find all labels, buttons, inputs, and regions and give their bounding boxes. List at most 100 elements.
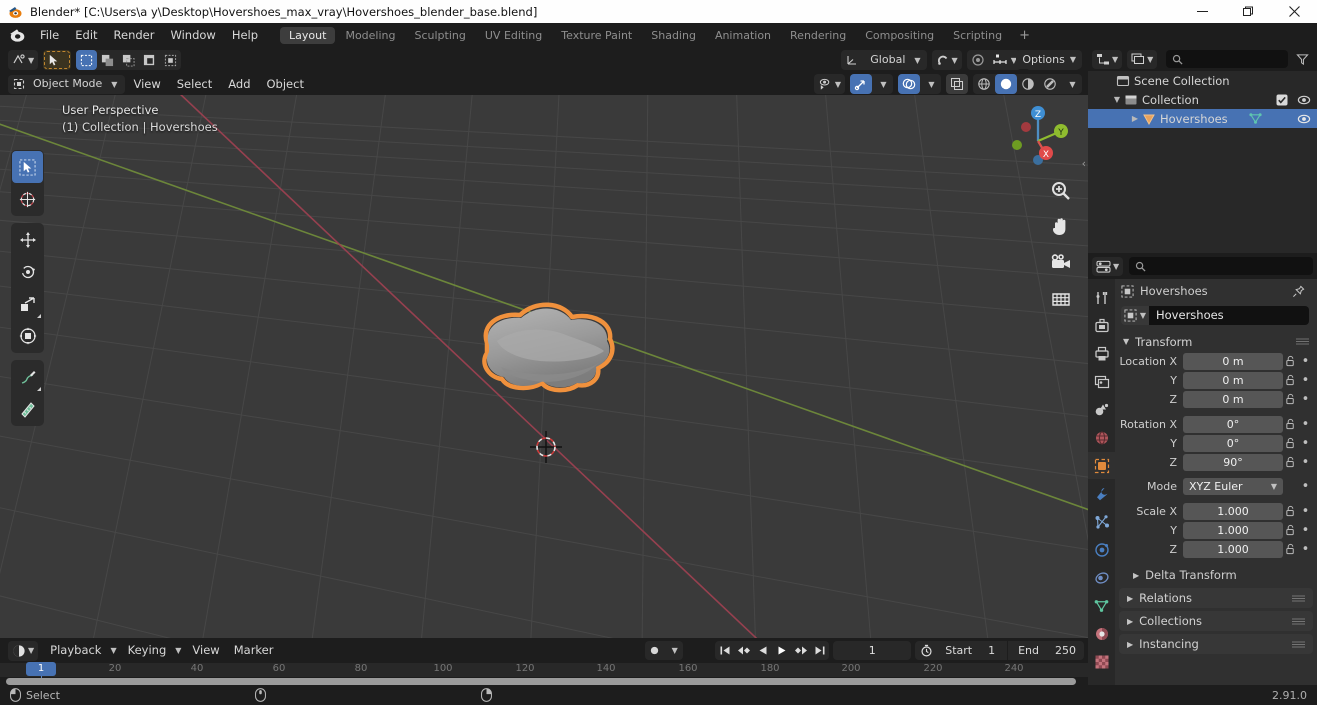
menu-window[interactable]: Window	[162, 25, 223, 45]
render-tab[interactable]	[1088, 312, 1115, 339]
object-name-input[interactable]: Hovershoes	[1149, 306, 1309, 325]
lock-icon[interactable]	[1283, 456, 1298, 468]
viewport-menu-select[interactable]: Select	[169, 75, 220, 94]
object-visibility-icon[interactable]: ▼	[814, 74, 845, 94]
shading-options-icon[interactable]: ▼	[1061, 74, 1082, 94]
lock-icon[interactable]	[1283, 393, 1298, 405]
prev-keyframe-icon[interactable]	[734, 641, 753, 660]
tweak-select-tool-icon[interactable]	[12, 151, 43, 183]
cursor-tool-icon[interactable]	[12, 183, 43, 215]
particles-tab[interactable]	[1088, 508, 1115, 535]
tab-texture-paint[interactable]: Texture Paint	[552, 27, 641, 44]
properties-search-input[interactable]	[1129, 257, 1313, 275]
animate-property-icon[interactable]: •	[1298, 504, 1313, 519]
location-z-value[interactable]: 0 m	[1183, 390, 1283, 408]
lock-icon[interactable]	[1283, 524, 1298, 536]
timeline-menu-view[interactable]: View	[185, 641, 226, 660]
object-data-tab[interactable]	[1088, 592, 1115, 619]
add-workspace-button[interactable]: +	[1012, 27, 1037, 44]
material-tab[interactable]	[1088, 620, 1115, 647]
checkbox-enabled-icon[interactable]	[1276, 94, 1288, 106]
menu-render[interactable]: Render	[106, 25, 163, 45]
minimize-icon[interactable]	[1179, 0, 1225, 23]
tool-tab[interactable]	[1088, 284, 1115, 311]
animate-property-icon[interactable]: •	[1298, 392, 1313, 407]
view-layer-tab[interactable]	[1088, 368, 1115, 395]
active-tool-indicator[interactable]	[43, 50, 72, 70]
animate-property-icon[interactable]: •	[1298, 436, 1313, 451]
rotation-mode-dropdown[interactable]: XYZ Euler ▼	[1183, 477, 1283, 495]
next-keyframe-icon[interactable]	[791, 641, 810, 660]
rendered-icon[interactable]	[1039, 74, 1061, 94]
select-invert-icon[interactable]	[139, 50, 160, 70]
tab-modeling[interactable]: Modeling	[336, 27, 404, 44]
timeline-scrollbar[interactable]	[6, 678, 1076, 685]
auto-keying-icon[interactable]	[645, 641, 664, 660]
tweak-tool-icon[interactable]	[43, 50, 64, 70]
disclosure-open-icon[interactable]: ▼	[1110, 95, 1124, 104]
show-gizmo-icon[interactable]	[850, 74, 872, 94]
magnet-icon[interactable]: ▼	[932, 50, 962, 70]
rotation-y-value[interactable]: 0°	[1183, 434, 1283, 452]
scale-tool-icon[interactable]	[12, 288, 43, 320]
modifier-tab[interactable]	[1088, 480, 1115, 507]
timeline-menu-marker[interactable]: Marker	[227, 641, 281, 660]
menu-file[interactable]: File	[32, 25, 67, 45]
pan-hand-icon[interactable]	[1047, 213, 1074, 240]
tab-animation[interactable]: Animation	[706, 27, 780, 44]
editor-type-icon[interactable]: ▼	[8, 50, 38, 70]
select-extend-icon[interactable]	[97, 50, 118, 70]
gizmo-options-icon[interactable]: ▼	[872, 74, 893, 94]
wireframe-icon[interactable]	[973, 74, 995, 94]
rotation-x-value[interactable]: 0°	[1183, 415, 1283, 433]
pin-icon[interactable]	[1292, 285, 1305, 298]
instancing-panel[interactable]: ▶ Instancing	[1119, 634, 1313, 654]
scale-y-value[interactable]: 1.000	[1183, 521, 1283, 539]
material-preview-icon[interactable]	[1017, 74, 1039, 94]
constraints-tab[interactable]	[1088, 564, 1115, 591]
outliner-row-scene-collection[interactable]: Scene Collection	[1088, 71, 1317, 90]
outliner-editor-type[interactable]: ▼	[1092, 49, 1123, 69]
animate-property-icon[interactable]: •	[1298, 455, 1313, 470]
auto-keying-options-icon[interactable]: ▼	[664, 641, 683, 660]
end-frame-value[interactable]: 250	[1047, 641, 1084, 660]
outliner-display-mode-icon[interactable]: ▼	[1092, 50, 1122, 69]
viewport-options-button[interactable]: Options ▼	[1016, 50, 1082, 69]
measure-tool-icon[interactable]	[12, 393, 43, 425]
object-icon[interactable]: ▼	[1121, 306, 1149, 325]
viewport-menu-view[interactable]: View	[125, 75, 168, 94]
eye-visible-icon[interactable]	[1297, 94, 1311, 106]
texture-tab[interactable]	[1088, 648, 1115, 675]
tab-rendering[interactable]: Rendering	[781, 27, 855, 44]
physics-tab[interactable]	[1088, 536, 1115, 563]
tab-scripting[interactable]: Scripting	[944, 27, 1011, 44]
eye-visible-icon[interactable]	[1297, 113, 1311, 125]
location-y-value[interactable]: 0 m	[1183, 371, 1283, 389]
select-intersect-icon[interactable]	[160, 50, 181, 70]
scale-x-value[interactable]: 1.000	[1183, 502, 1283, 520]
transform-tool-icon[interactable]	[12, 320, 43, 352]
select-subtract-icon[interactable]	[118, 50, 139, 70]
collections-panel[interactable]: ▶ Collections	[1119, 611, 1313, 631]
menu-edit[interactable]: Edit	[67, 25, 105, 45]
lock-icon[interactable]	[1283, 374, 1298, 386]
lock-icon[interactable]	[1283, 543, 1298, 555]
close-icon[interactable]	[1271, 0, 1317, 23]
timeline-ruler[interactable]: 20 40 60 80 100 120 140 160 180 200 220 …	[0, 662, 1088, 680]
view-layer-mode-icon[interactable]: ▼	[1127, 50, 1157, 69]
animate-property-icon[interactable]: •	[1298, 479, 1313, 494]
tab-compositing[interactable]: Compositing	[856, 27, 943, 44]
play-reverse-icon[interactable]	[753, 641, 772, 660]
menu-help[interactable]: Help	[224, 25, 266, 45]
animate-property-icon[interactable]: •	[1298, 542, 1313, 557]
outliner-row-hovershoes[interactable]: ▶ Hovershoes	[1088, 109, 1317, 128]
timeline-menu-playback[interactable]: Playback	[43, 641, 108, 660]
solid-icon[interactable]	[995, 74, 1017, 94]
maximize-icon[interactable]	[1225, 0, 1271, 23]
outliner-search-input[interactable]	[1166, 50, 1288, 68]
animate-property-icon[interactable]: •	[1298, 523, 1313, 538]
transform-orientation-selector[interactable]: Global ▼	[841, 50, 927, 70]
object-tab[interactable]	[1088, 452, 1115, 479]
timeline-menu-keying[interactable]: Keying	[121, 641, 174, 660]
toggle-perspective-icon[interactable]	[1047, 285, 1074, 312]
